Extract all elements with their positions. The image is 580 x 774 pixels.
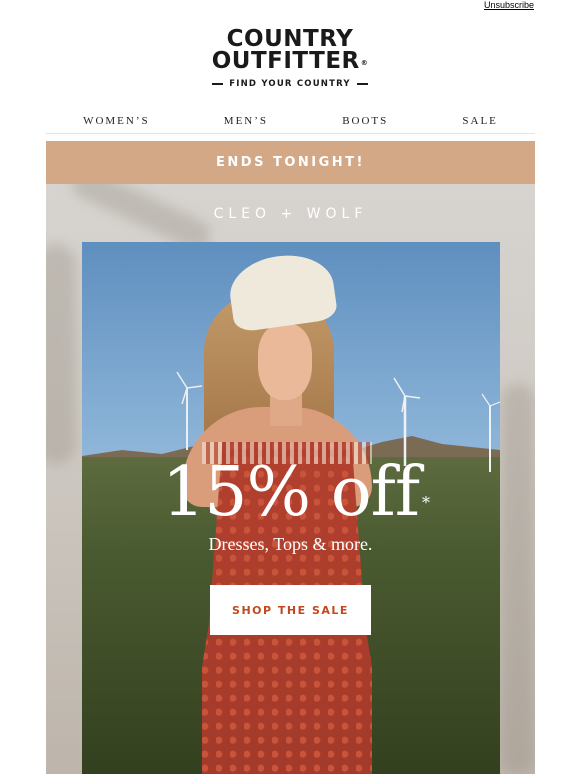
main-nav: WOMEN’S MEN’S BOOTS SALE: [46, 109, 535, 134]
logo-tagline: FIND YOUR COUNTRY: [212, 79, 368, 89]
shop-the-sale-button[interactable]: SHOP THE SALE: [210, 585, 371, 635]
offer-block: 15% off * Dresses, Tops & more.: [46, 456, 535, 555]
tagline-dash-right: [356, 83, 368, 85]
logo-line-2: OUTFITTER®: [0, 48, 580, 74]
registered-mark: ®: [360, 59, 369, 67]
blurred-turbine-tower-right: [501, 384, 535, 774]
offer-headline: 15% off *: [161, 453, 430, 532]
brand-logo[interactable]: COUNTRY OUTFITTER® FIND YOUR COUNTRY: [0, 28, 580, 90]
nav-item-boots[interactable]: BOOTS: [342, 115, 388, 127]
offer-asterisk: *: [422, 493, 430, 512]
model-face: [258, 324, 312, 400]
tagline-dash-left: [212, 83, 224, 85]
hero-section[interactable]: CLEO + WOLF 15% off * Dresses, Tops & mo…: [46, 184, 535, 774]
nav-item-mens[interactable]: MEN’S: [224, 115, 268, 127]
model-bandana: [225, 249, 339, 333]
tagline-text: FIND YOUR COUNTRY: [229, 79, 351, 89]
unsubscribe-link[interactable]: Unsubscribe: [484, 0, 534, 10]
nav-item-womens[interactable]: WOMEN’S: [83, 115, 150, 127]
offer-text: 15% off: [161, 453, 420, 532]
ends-tonight-banner[interactable]: ENDS TONIGHT!: [46, 141, 535, 184]
nav-item-sale[interactable]: SALE: [462, 115, 498, 127]
logo-line-1: COUNTRY: [226, 26, 354, 52]
blurred-turbine-tower: [46, 244, 76, 464]
offer-subtitle: Dresses, Tops & more.: [208, 534, 373, 554]
logo-line-2-text: OUTFITTER: [211, 48, 360, 74]
brand-name: CLEO + WOLF: [213, 206, 368, 222]
